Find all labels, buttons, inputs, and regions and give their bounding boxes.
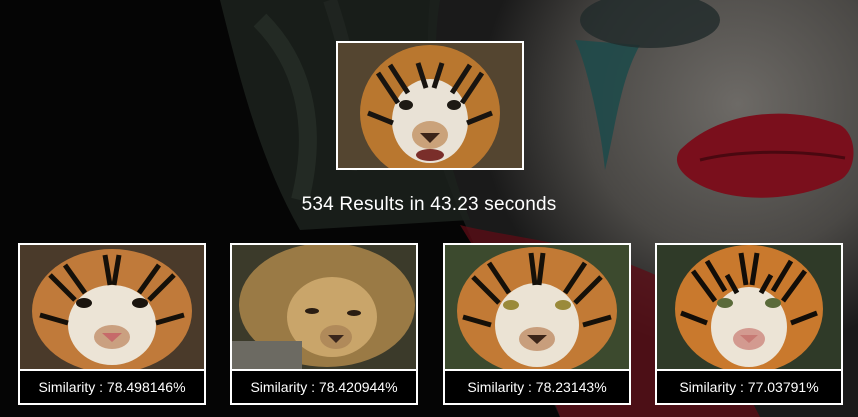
- result-card[interactable]: Similarity : 78.420944%: [230, 243, 418, 405]
- tiger-face-icon: [338, 43, 522, 168]
- tiger-face-icon: [20, 245, 204, 369]
- similarity-value: 78.498146%: [106, 379, 186, 395]
- similarity-value: 78.420944%: [318, 379, 398, 395]
- similarity-caption: Similarity : 78.23143%: [445, 369, 629, 403]
- lion-face-icon: [232, 245, 416, 369]
- tiger-face-icon: [657, 245, 841, 369]
- result-card[interactable]: Similarity : 78.23143%: [443, 243, 631, 405]
- similarity-label: Similarity :: [250, 379, 319, 395]
- results-summary: 534 Results in 43.23 seconds: [301, 194, 557, 215]
- result-image[interactable]: [445, 245, 629, 369]
- result-image[interactable]: [232, 245, 416, 369]
- similarity-caption: Similarity : 78.420944%: [232, 369, 416, 403]
- similarity-value: 78.23143%: [535, 379, 607, 395]
- result-card[interactable]: Similarity : 78.498146%: [18, 243, 206, 405]
- similarity-caption: Similarity : 77.03791%: [657, 369, 841, 403]
- similarity-caption: Similarity : 78.498146%: [20, 369, 204, 403]
- result-image[interactable]: [657, 245, 841, 369]
- tiger-face-icon: [445, 245, 629, 369]
- similarity-value: 77.03791%: [747, 379, 819, 395]
- similarity-label: Similarity :: [38, 379, 107, 395]
- result-image[interactable]: [20, 245, 204, 369]
- result-card[interactable]: Similarity : 77.03791%: [655, 243, 843, 405]
- similarity-label: Similarity :: [467, 379, 536, 395]
- similarity-label: Similarity :: [679, 379, 748, 395]
- query-image[interactable]: [336, 41, 524, 170]
